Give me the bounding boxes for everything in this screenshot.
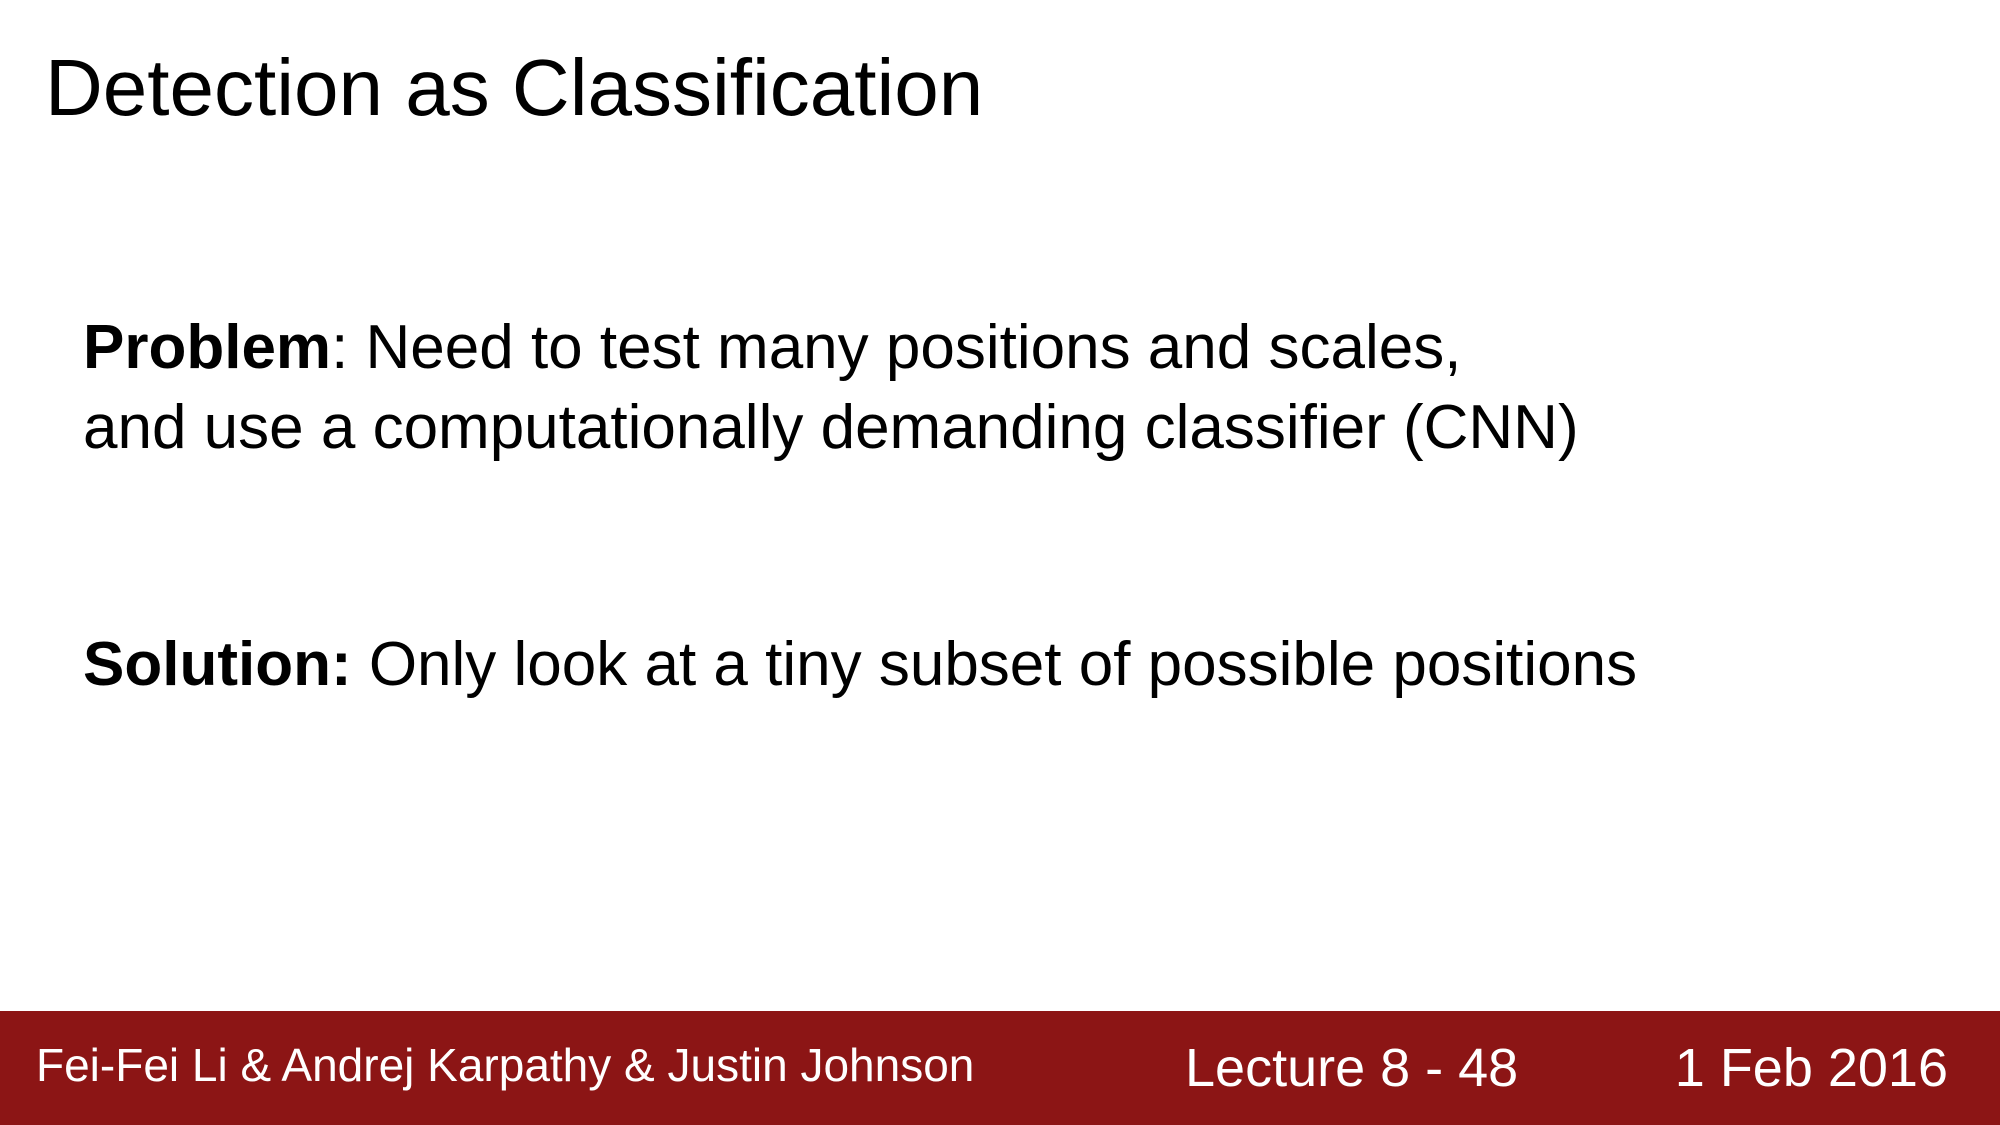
slide-title: Detection as Classification <box>45 43 984 132</box>
slide: Detection as Classification Problem: Nee… <box>0 0 2000 1125</box>
solution-text: Only look at a tiny subset of possible p… <box>351 630 1638 699</box>
slide-footer: Fei-Fei Li & Andrej Karpathy & Justin Jo… <box>0 1011 2000 1125</box>
footer-date: 1 Feb 2016 <box>1674 1038 1948 1098</box>
footer-lecture-number: Lecture 8 - 48 <box>1185 1038 1519 1098</box>
problem-statement: Problem: Need to test many positions and… <box>83 308 1579 468</box>
footer-authors: Fei-Fei Li & Andrej Karpathy & Justin Jo… <box>36 1039 975 1091</box>
problem-label: Problem <box>83 313 332 382</box>
solution-statement: Solution: Only look at a tiny subset of … <box>83 625 1637 705</box>
problem-text-line2: and use a computationally demanding clas… <box>83 393 1579 462</box>
problem-text-line1: : Need to test many positions and scales… <box>331 313 1462 382</box>
solution-label: Solution: <box>83 630 352 699</box>
